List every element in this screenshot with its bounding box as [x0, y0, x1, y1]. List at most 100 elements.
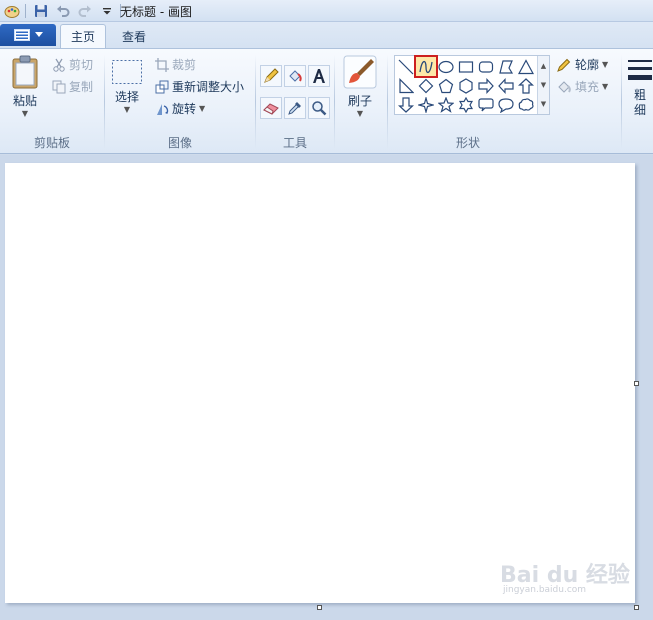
ribbon: 粘贴 ▼ 剪切 复制 剪贴板 选择 ▼ 裁剪 重新调整大小 旋转 ▼ 图像 工具… [0, 48, 653, 154]
six-point-star-shape-icon[interactable] [456, 95, 476, 114]
chevron-down-icon [34, 32, 43, 37]
pencil-tool[interactable] [260, 65, 282, 87]
select-button[interactable]: 选择 ▼ [111, 59, 143, 114]
save-icon[interactable] [31, 1, 51, 21]
resize-handle-corner[interactable] [634, 605, 639, 610]
tab-home[interactable]: 主页 [60, 24, 107, 48]
polygon-shape-icon[interactable] [496, 57, 516, 76]
paste-button[interactable]: 粘贴 ▼ [10, 55, 40, 118]
chevron-down-icon: ▼ [602, 60, 609, 69]
brushes-label: 刷子 [347, 94, 372, 108]
color-picker-tool[interactable] [284, 97, 306, 119]
menu-icon [13, 29, 30, 41]
resize-icon [155, 80, 169, 93]
undo-icon[interactable] [53, 1, 73, 21]
rounded-rectangle-shape-icon[interactable] [476, 57, 496, 76]
fill-bucket-icon [558, 80, 571, 93]
text-tool[interactable] [308, 65, 330, 87]
title-bar: 无标题 - 画图 [0, 0, 653, 22]
rotate-label: 旋转 [172, 102, 197, 116]
image-group-label: 图像 [167, 136, 192, 150]
right-arrow-shape-icon[interactable] [476, 76, 496, 95]
shapes-group-label: 形状 [455, 136, 480, 150]
eyedropper-icon [288, 102, 301, 115]
separator [25, 4, 26, 18]
chevron-down-icon: ▼ [21, 109, 29, 118]
scroll-down-icon[interactable]: ▼ [541, 81, 546, 89]
hexagon-shape-icon[interactable] [456, 76, 476, 95]
paint-menu-button[interactable] [0, 24, 56, 46]
resize-handle-right[interactable] [634, 381, 639, 386]
outline-label: 轮廓 [575, 58, 600, 72]
rotate-button[interactable]: 旋转 ▼ [155, 100, 205, 117]
drawing-canvas[interactable] [5, 163, 635, 603]
rounded-callout-shape-icon[interactable] [476, 95, 496, 114]
magnifier-tool[interactable] [308, 97, 330, 119]
selection-rectangle-icon [112, 60, 142, 84]
clipboard-group-label: 剪贴板 [33, 136, 70, 150]
paste-label: 粘贴 [12, 94, 37, 108]
magnifier-icon [312, 101, 327, 116]
copy-button[interactable]: 复制 [52, 78, 93, 95]
chevron-down-icon: ▼ [199, 104, 206, 113]
expand-gallery-icon[interactable]: ▼ [541, 100, 546, 108]
brush-icon [343, 55, 377, 89]
crop-label: 裁剪 [172, 58, 197, 72]
down-arrow-shape-icon[interactable] [396, 95, 416, 114]
line-width-icon [628, 60, 652, 80]
line-shape-icon[interactable] [396, 57, 416, 76]
tab-view[interactable]: 查看 [112, 24, 156, 48]
paint-bucket-icon [289, 70, 302, 82]
left-arrow-shape-icon[interactable] [496, 76, 516, 95]
oval-shape-icon[interactable] [436, 57, 456, 76]
shapes-grid [396, 55, 536, 114]
fill-tool[interactable] [284, 65, 306, 87]
chevron-down-icon: ▼ [602, 82, 609, 91]
fill-button[interactable]: 填充 ▼ [556, 78, 608, 95]
size-button[interactable]: 粗细 [627, 57, 653, 118]
canvas-workspace: Bai du 经验 jingyan.baidu.com [0, 155, 653, 620]
brushes-button[interactable]: 刷子 ▼ [343, 55, 377, 118]
resize-handle-bottom[interactable] [317, 605, 322, 610]
resize-button[interactable]: 重新调整大小 [155, 78, 244, 95]
scroll-up-icon[interactable]: ▲ [541, 62, 546, 70]
chevron-down-icon: ▼ [123, 105, 131, 114]
size-label: 粗细 [633, 88, 646, 117]
right-triangle-shape-icon[interactable] [396, 76, 416, 95]
resize-label: 重新调整大小 [172, 80, 245, 94]
cloud-callout-shape-icon[interactable] [516, 95, 536, 114]
rotate-icon [157, 103, 169, 115]
five-point-star-shape-icon[interactable] [436, 95, 456, 114]
outline-button[interactable]: 轮廓 ▼ [556, 56, 608, 73]
cut-label: 剪切 [69, 58, 94, 72]
customize-toolbar-icon[interactable] [97, 1, 117, 21]
window-title: 无标题 - 画图 [120, 5, 192, 19]
crop-button[interactable]: 裁剪 [155, 56, 196, 73]
clipboard-group: 粘贴 ▼ 剪切 复制 剪贴板 [0, 49, 104, 153]
group-divider [621, 55, 622, 149]
cut-button[interactable]: 剪切 [52, 56, 93, 73]
four-point-star-shape-icon[interactable] [416, 95, 436, 114]
shapes-gallery: ▲ ▼ ▼ [394, 55, 550, 115]
shapes-gallery-scrollbar[interactable]: ▲ ▼ ▼ [537, 56, 549, 114]
select-label: 选择 [114, 90, 139, 104]
pencil-icon [264, 68, 279, 83]
ribbon-tab-row: 主页 查看 [0, 22, 653, 48]
pentagon-shape-icon[interactable] [436, 76, 456, 95]
curve-shape-icon[interactable] [414, 55, 438, 78]
up-arrow-shape-icon[interactable] [516, 76, 536, 95]
triangle-shape-icon[interactable] [516, 57, 536, 76]
eraser-icon [263, 103, 279, 115]
chevron-down-icon: ▼ [356, 109, 364, 118]
clipboard-icon [12, 55, 38, 89]
oval-callout-shape-icon[interactable] [496, 95, 516, 114]
diamond-shape-icon[interactable] [416, 76, 436, 95]
redo-icon[interactable] [75, 1, 95, 21]
rectangle-shape-icon[interactable] [456, 57, 476, 76]
quick-access-toolbar [0, 0, 124, 22]
tools-group-label: 工具 [282, 136, 307, 150]
outline-pencil-icon [557, 58, 571, 72]
eraser-tool[interactable] [260, 97, 282, 119]
text-icon [313, 69, 325, 83]
paint-app-icon[interactable] [2, 1, 22, 21]
